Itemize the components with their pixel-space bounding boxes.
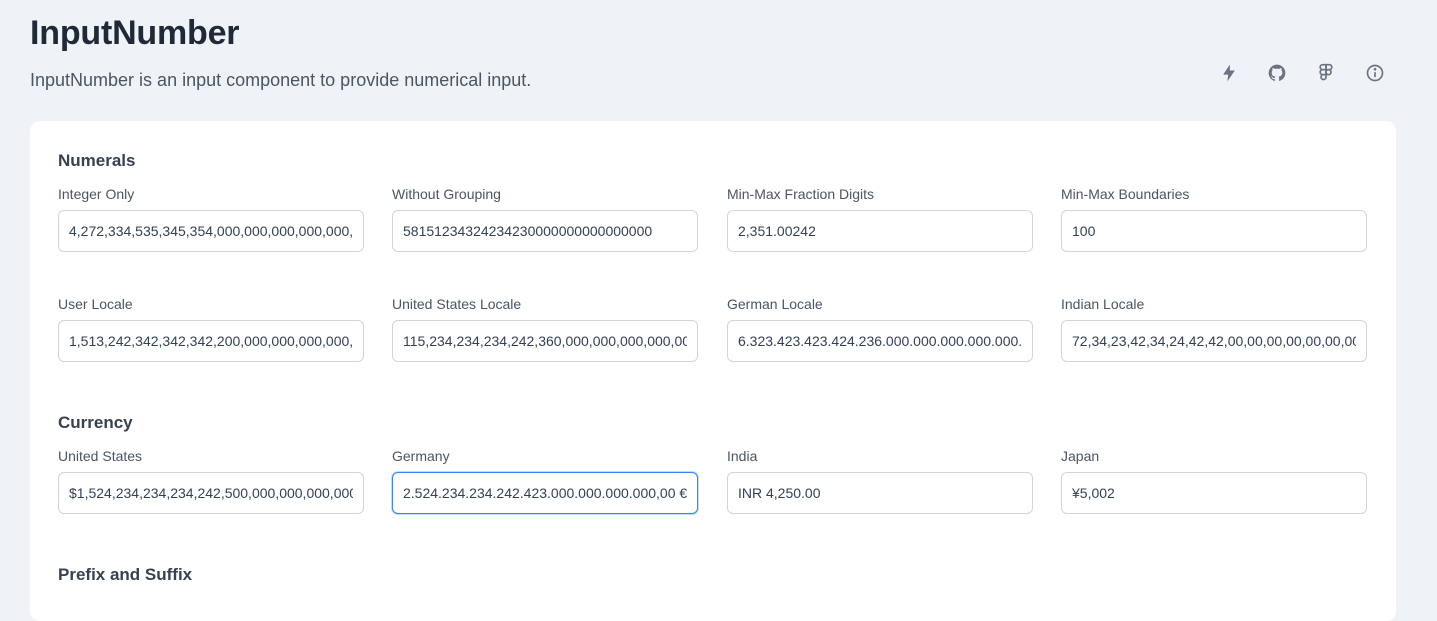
demo-card: Numerals Integer Only Without Grouping M… <box>30 121 1396 621</box>
min-max-boundaries-input[interactable] <box>1061 210 1367 252</box>
field-label: Germany <box>392 448 450 464</box>
field-label: German Locale <box>727 296 823 312</box>
integer-only-input[interactable] <box>58 210 364 252</box>
field-label: India <box>727 448 758 464</box>
field-label: Indian Locale <box>1061 296 1145 312</box>
us-locale-input[interactable] <box>392 320 698 362</box>
field-label: Without Grouping <box>392 186 501 202</box>
field-label: United States <box>58 448 143 464</box>
field-label: Integer Only <box>58 186 135 202</box>
currency-india-input[interactable] <box>727 472 1033 514</box>
github-icon[interactable] <box>1264 60 1290 86</box>
info-icon[interactable] <box>1362 60 1388 86</box>
section-title-numerals: Numerals <box>58 151 136 170</box>
currency-germany-input[interactable] <box>392 472 698 514</box>
field-label: Japan <box>1061 448 1100 464</box>
currency-us-input[interactable] <box>58 472 364 514</box>
field-label: User Locale <box>58 296 133 312</box>
field-label: United States Locale <box>392 296 522 312</box>
section-title-prefix-suffix: Prefix and Suffix <box>58 565 193 584</box>
user-locale-input[interactable] <box>58 320 364 362</box>
currency-japan-input[interactable] <box>1061 472 1367 514</box>
section-title-currency: Currency <box>58 413 133 432</box>
field-label: Min-Max Fraction Digits <box>727 186 875 202</box>
field-label: Min-Max Boundaries <box>1061 186 1190 202</box>
without-grouping-input[interactable] <box>392 210 698 252</box>
indian-locale-input[interactable] <box>1061 320 1367 362</box>
fraction-digits-input[interactable] <box>727 210 1033 252</box>
page-title: InputNumber <box>30 14 240 52</box>
lightning-icon[interactable] <box>1216 60 1242 86</box>
german-locale-input[interactable] <box>727 320 1033 362</box>
page-description: InputNumber is an input component to pro… <box>30 70 532 90</box>
figma-icon[interactable] <box>1313 60 1339 86</box>
